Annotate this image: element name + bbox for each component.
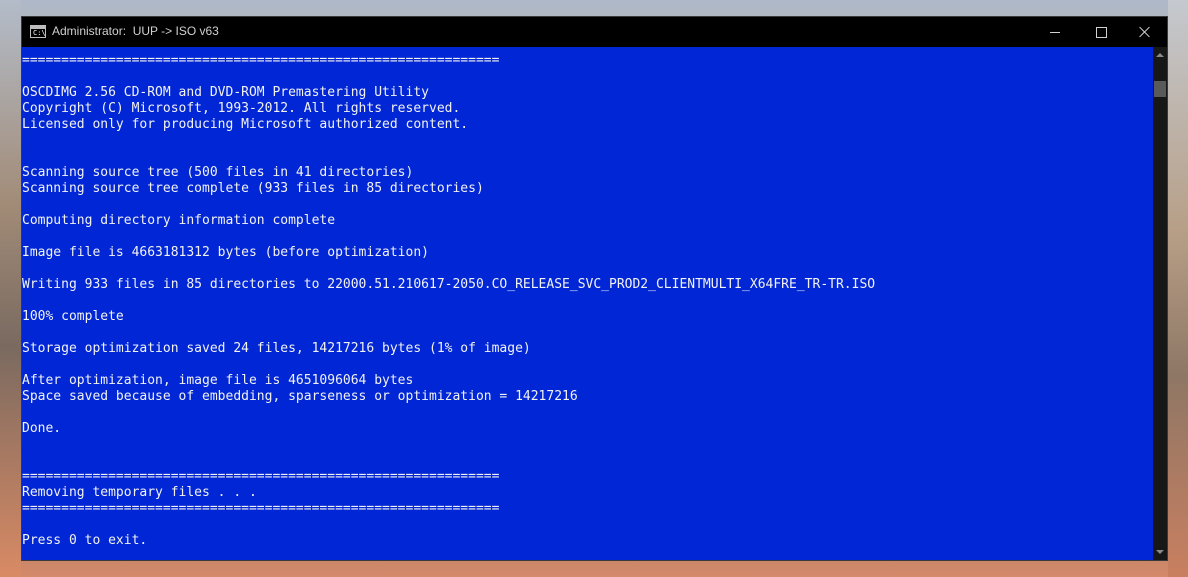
- console-line: Licensed only for producing Microsoft au…: [22, 117, 469, 132]
- console-line: ========================================…: [22, 53, 500, 68]
- console-line: Scanning source tree (500 files in 41 di…: [22, 165, 414, 180]
- chevron-down-icon: [1156, 550, 1164, 554]
- console-line: Computing directory information complete: [22, 213, 336, 228]
- console-line: ========================================…: [22, 501, 500, 516]
- console-line: Removing temporary files . . .: [22, 485, 257, 500]
- cmd-icon[interactable]: C:\: [30, 25, 46, 38]
- console-line: Press 0 to exit.: [22, 533, 148, 548]
- console-line: Space saved because of embedding, sparse…: [22, 389, 578, 404]
- console-line: ========================================…: [22, 469, 500, 484]
- window-title: Administrator: UUP -> ISO v63: [52, 24, 219, 38]
- title-bar[interactable]: C:\ Administrator: UUP -> ISO v63: [22, 17, 1167, 47]
- desktop-wallpaper-left: [0, 0, 21, 577]
- scroll-thumb[interactable]: [1154, 81, 1166, 97]
- cmd-icon-label: C:\: [33, 29, 46, 37]
- console-text: ========================================…: [22, 53, 875, 549]
- vertical-scrollbar[interactable]: [1153, 47, 1167, 560]
- console-line: Scanning source tree complete (933 files…: [22, 181, 484, 196]
- minimize-icon: [1050, 31, 1060, 33]
- console-line: Image file is 4663181312 bytes (before o…: [22, 245, 429, 260]
- close-button[interactable]: [1122, 17, 1168, 47]
- console-line: OSCDIMG 2.56 CD-ROM and DVD-ROM Premaste…: [22, 85, 429, 100]
- console-line: Copyright (C) Microsoft, 1993-2012. All …: [22, 101, 461, 116]
- close-icon: [1139, 26, 1151, 38]
- console-window: C:\ Administrator: UUP -> ISO v63 ======…: [21, 16, 1168, 561]
- scroll-up-button[interactable]: [1153, 47, 1167, 63]
- desktop-wallpaper-right: [1168, 0, 1188, 577]
- console-line: 100% complete: [22, 309, 124, 324]
- console-line: Writing 933 files in 85 directories to 2…: [22, 277, 876, 292]
- maximize-icon: [1095, 26, 1107, 38]
- console-line: Done.: [22, 421, 62, 436]
- maximize-button[interactable]: [1078, 17, 1124, 47]
- minimize-button[interactable]: [1032, 17, 1078, 47]
- console-line: Storage optimization saved 24 files, 142…: [22, 341, 531, 356]
- console-line: After optimization, image file is 465109…: [22, 373, 414, 388]
- console-output[interactable]: ========================================…: [22, 47, 1153, 560]
- chevron-up-icon: [1156, 53, 1164, 57]
- scroll-down-button[interactable]: [1153, 544, 1167, 560]
